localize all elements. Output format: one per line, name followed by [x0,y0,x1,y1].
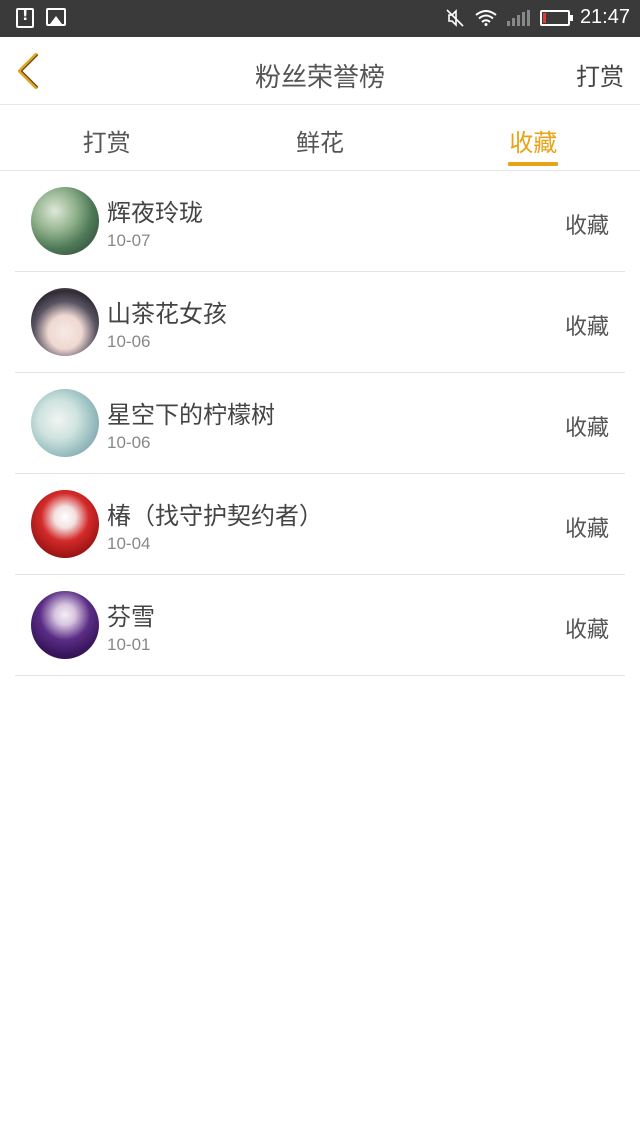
item-action-label: 收藏 [564,315,609,340]
tab-tips[interactable]: 打赏 [0,105,213,170]
user-date: 10-06 [107,332,151,351]
fan-list: 辉夜玲珑 10-07 收藏 山茶花女孩 10-06 收藏 星空下的柠檬树 10-… [0,171,640,676]
header-bar: 粉丝荣誉榜 打赏 [0,37,640,105]
mute-icon [445,8,465,28]
list-item[interactable]: 椿（找守护契约者） 10-04 收藏 [15,474,625,575]
page-title: 粉丝荣誉榜 [254,63,385,93]
user-date: 10-06 [107,433,151,452]
item-action-label: 收藏 [564,416,609,441]
image-notification-icon [46,8,66,26]
item-action-label: 收藏 [564,214,609,239]
alert-notification-icon [16,8,34,28]
item-action-label: 收藏 [564,517,609,542]
user-name: 山茶花女孩 [107,300,227,328]
active-tab-indicator [508,162,559,166]
user-name: 芬雪 [107,603,155,631]
status-time: 21:47 [579,6,630,28]
avatar [31,389,99,457]
user-name: 星空下的柠檬树 [107,401,275,429]
avatar [31,288,99,356]
tab-favorites[interactable]: 收藏 [427,105,640,170]
user-name: 椿（找守护契约者） [107,502,323,530]
tip-button[interactable]: 打赏 [576,57,624,92]
wifi-icon [475,9,497,26]
list-item[interactable]: 星空下的柠檬树 10-06 收藏 [15,373,625,474]
tab-label: 鲜花 [295,129,344,157]
battery-icon [539,9,573,26]
tab-label: 打赏 [82,129,131,157]
status-bar: 21:47 [0,0,640,37]
user-date: 10-01 [107,635,151,654]
tab-bar: 打赏 鲜花 收藏 [0,105,640,171]
avatar [31,490,99,558]
user-date: 10-04 [107,534,151,553]
list-item[interactable]: 山茶花女孩 10-06 收藏 [15,272,625,373]
tab-label: 收藏 [509,129,558,157]
avatar [31,187,99,255]
list-item[interactable]: 辉夜玲珑 10-07 收藏 [15,171,625,272]
avatar [31,591,99,659]
tab-flowers[interactable]: 鲜花 [213,105,426,170]
user-date: 10-07 [107,231,151,250]
user-name: 辉夜玲珑 [107,199,203,227]
item-action-label: 收藏 [564,618,609,643]
signal-icon [506,9,530,26]
list-item[interactable]: 芬雪 10-01 收藏 [15,575,625,676]
